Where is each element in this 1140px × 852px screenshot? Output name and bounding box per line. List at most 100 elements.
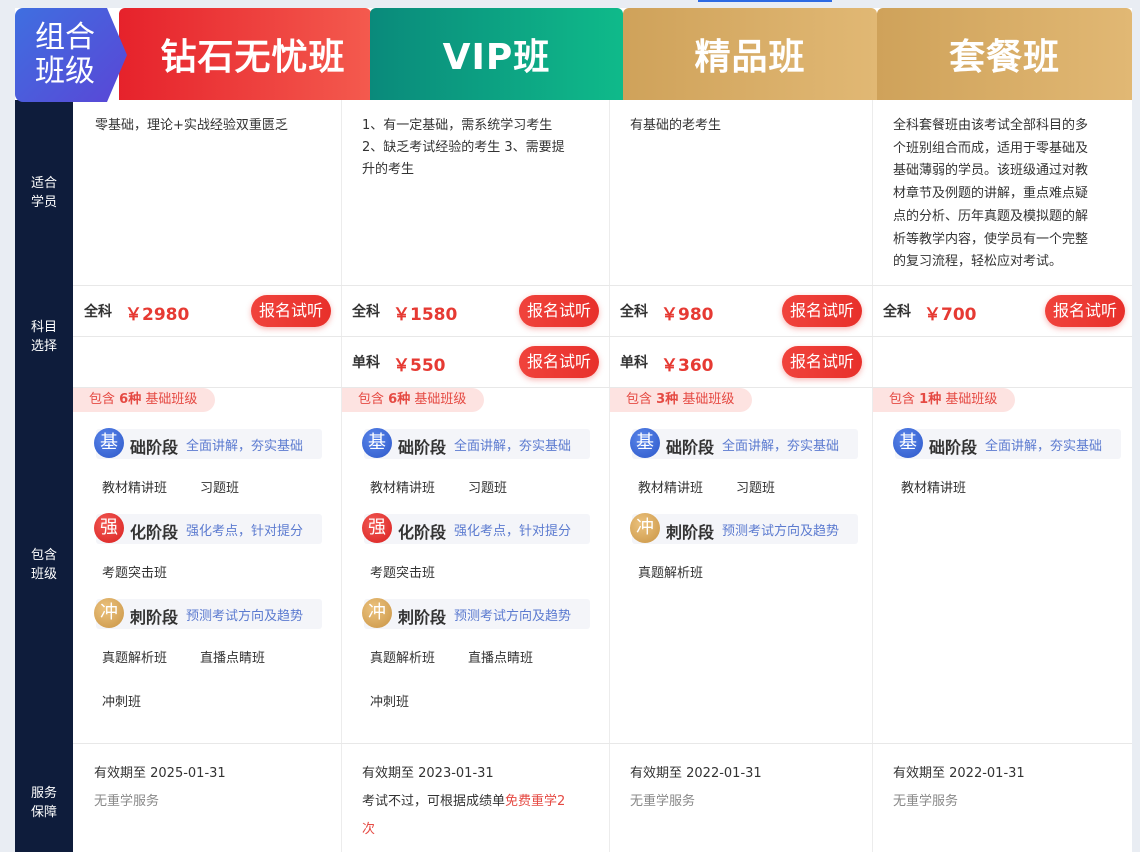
validity-text: 有效期至 2022-01-31: [893, 766, 1025, 781]
service-vip: 有效期至 2023-01-31 考试不过，可根据成绩单免费重学2 次: [362, 760, 602, 844]
stage-basic-icon: 基: [893, 428, 923, 458]
signup-trial-button[interactable]: 报名试听: [519, 346, 599, 378]
header-diamond[interactable]: 钻石无忧班: [119, 8, 371, 100]
class-item[interactable]: 真题解析班: [370, 647, 435, 666]
signup-trial-button[interactable]: 报名试听: [782, 295, 862, 327]
stage-name: 刺阶段: [666, 523, 715, 542]
tag-text: 包含: [626, 392, 653, 407]
service-text: 无重学服务: [893, 794, 959, 809]
row-divider: [73, 743, 1132, 744]
row-label-sidebar: [15, 100, 73, 852]
class-item[interactable]: 教材精讲班: [370, 477, 435, 496]
students-line: 基础薄弱的学员。该班级通过对教: [893, 163, 1089, 179]
class-item[interactable]: 直播点睛班: [200, 647, 265, 666]
stage-sprint: 冲 刺阶段 预测考试方向及趋势: [94, 598, 322, 629]
row-label-text: 包含: [30, 548, 57, 563]
students-line: 有基础的老考生: [630, 118, 722, 133]
header-package[interactable]: 套餐班: [877, 8, 1132, 100]
row-label-service: 服务 保障: [15, 784, 73, 822]
tag-text: 基础班级: [414, 392, 467, 407]
class-item[interactable]: 教材精讲班: [901, 477, 966, 496]
class-item[interactable]: 习题班: [468, 477, 507, 496]
signup-trial-button[interactable]: 报名试听: [782, 346, 862, 378]
stage-desc: 全面讲解，夯实基础: [454, 439, 572, 454]
stage-basic-icon: 基: [94, 428, 124, 458]
tag-text: 包含: [358, 392, 385, 407]
stage-basic-icon: 基: [630, 428, 660, 458]
service-text: 无重学服务: [630, 794, 696, 809]
badge-line2: 班级: [35, 54, 95, 89]
class-item[interactable]: 真题解析班: [102, 647, 167, 666]
stage-sprint-icon: 冲: [362, 598, 392, 628]
service-text: 无重学服务: [94, 794, 160, 809]
class-item[interactable]: 真题解析班: [638, 562, 703, 581]
class-item[interactable]: 冲刺班: [102, 691, 141, 710]
class-item[interactable]: 习题班: [736, 477, 775, 496]
included-count-tag: 包含 3种 基础班级: [610, 388, 753, 412]
stage-desc: 预测考试方向及趋势: [454, 609, 572, 624]
class-item[interactable]: 冲刺班: [370, 691, 409, 710]
price-label: 全科: [84, 304, 112, 320]
stage-desc: 全面讲解，夯实基础: [985, 439, 1103, 454]
header-vip[interactable]: VIP班: [370, 8, 623, 100]
tag-text: 基础班级: [945, 392, 998, 407]
students-line: 全科套餐班由该考试全部科目的多: [893, 118, 1089, 133]
combo-class-badge: 组合 班级: [15, 8, 127, 102]
tag-count: 3种: [656, 392, 679, 407]
stage-basic: 基 础阶段 全面讲解，夯实基础: [630, 428, 858, 459]
free-retake-text: 次: [362, 822, 376, 837]
price-value: ￥980: [661, 305, 714, 325]
column-divider: [872, 100, 873, 852]
stage-sprint: 冲 刺阶段 预测考试方向及趋势: [362, 598, 590, 629]
row-label-classes: 包含 班级: [15, 546, 73, 584]
students-line: 个班别组合而成，适用于零基础及: [893, 140, 1089, 156]
class-item[interactable]: 直播点睛班: [468, 647, 533, 666]
row-divider: [73, 336, 1132, 337]
price-label: 全科: [352, 304, 380, 320]
class-item[interactable]: 习题班: [200, 477, 239, 496]
row-divider: [73, 285, 1132, 286]
free-retake-text: 免费重学2: [505, 794, 566, 809]
row-label-text: 服务: [30, 786, 57, 801]
stage-sprint-icon: 冲: [630, 513, 660, 543]
service-package: 有效期至 2022-01-31 无重学服务: [893, 760, 1025, 816]
price-value: ￥360: [661, 356, 714, 376]
class-item[interactable]: 教材精讲班: [638, 477, 703, 496]
stage-basic: 基 础阶段 全面讲解，夯实基础: [362, 428, 590, 459]
tag-count: 6种: [388, 392, 411, 407]
price-label: 全科: [620, 304, 648, 320]
service-premium: 有效期至 2022-01-31 无重学服务: [630, 760, 762, 816]
stage-desc: 预测考试方向及趋势: [186, 609, 304, 624]
price-value: ￥700: [924, 305, 977, 325]
badge-line1: 组合: [35, 20, 95, 55]
stage-sprint-icon: 冲: [94, 598, 124, 628]
stage-basic: 基 础阶段 全面讲解，夯实基础: [893, 428, 1121, 459]
class-item[interactable]: 考题突击班: [370, 562, 435, 581]
included-count-tag: 包含 1种 基础班级: [873, 388, 1016, 412]
service-text-pre: 考试不过，可根据成绩单: [362, 794, 506, 809]
signup-trial-button[interactable]: 报名试听: [1045, 295, 1125, 327]
class-item[interactable]: 教材精讲班: [102, 477, 167, 496]
students-line: 1、有一定基础，需系统学习考生: [362, 118, 553, 133]
price-value: ￥1580: [393, 305, 458, 325]
price-value: ￥2980: [125, 305, 190, 325]
price-label: 单科: [620, 355, 648, 371]
signup-trial-button[interactable]: 报名试听: [251, 295, 331, 327]
price-value: ￥550: [393, 356, 446, 376]
tag-text: 包含: [89, 392, 116, 407]
stage-desc: 全面讲解，夯实基础: [722, 439, 840, 454]
column-divider: [341, 100, 342, 852]
included-count-tag: 包含 6种 基础班级: [342, 388, 485, 412]
tag-count: 6种: [119, 392, 142, 407]
students-line: 材章节及例题的讲解，重点难点疑: [893, 186, 1089, 202]
row-label-text: 适合: [30, 176, 57, 191]
header-premium[interactable]: 精品班: [623, 8, 877, 100]
row-label-text: 班级: [30, 567, 57, 582]
signup-trial-button[interactable]: 报名试听: [519, 295, 599, 327]
stage-name: 刺阶段: [398, 608, 447, 627]
service-diamond: 有效期至 2025-01-31 无重学服务: [94, 760, 226, 816]
included-count-tag: 包含 6种 基础班级: [73, 388, 216, 412]
row-label-text: 科目: [30, 320, 57, 335]
class-item[interactable]: 考题突击班: [102, 562, 167, 581]
tag-text: 基础班级: [682, 392, 735, 407]
